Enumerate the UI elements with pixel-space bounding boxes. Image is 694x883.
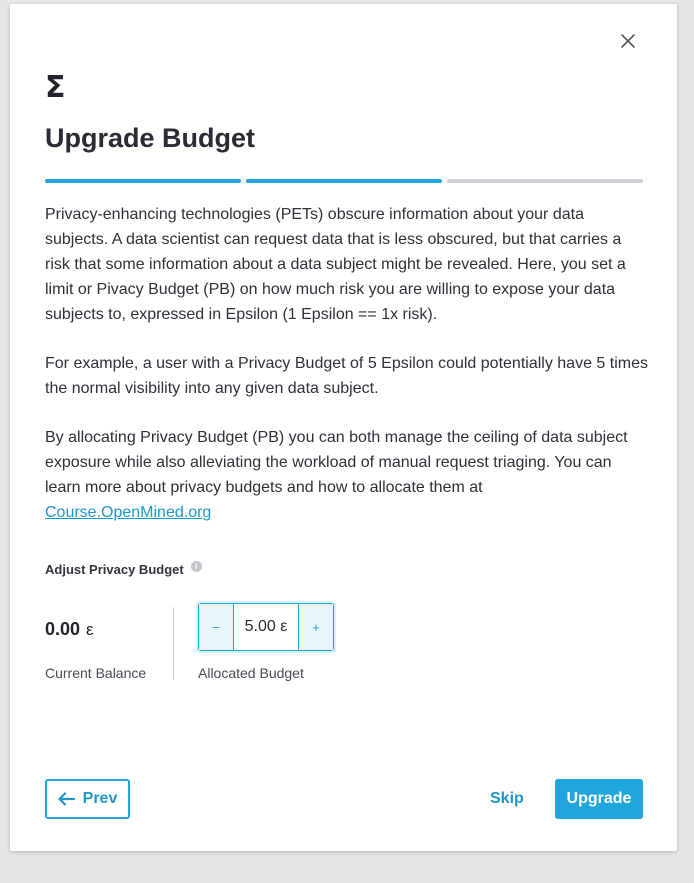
info-icon[interactable]: i xyxy=(190,561,202,572)
current-balance-label: Current Balance xyxy=(45,665,147,681)
allocated-budget-label: Allocated Budget xyxy=(198,665,304,681)
adjust-privacy-budget-label: Adjust Privacy Budget i xyxy=(45,561,202,577)
upgrade-button[interactable]: Upgrade xyxy=(555,779,643,819)
vertical-divider xyxy=(173,607,174,680)
arrow-left-icon xyxy=(58,792,75,806)
prev-button[interactable]: Prev xyxy=(45,779,130,819)
description-paragraph-text: By allocating Privacy Budget (PB) you ca… xyxy=(45,429,628,496)
skip-button[interactable]: Skip xyxy=(490,779,524,819)
description-paragraph: By allocating Privacy Budget (PB) you ca… xyxy=(45,425,649,525)
close-button[interactable] xyxy=(617,30,639,52)
allocated-budget-stepper: − 5.00 ε + xyxy=(198,603,334,651)
description: Privacy-enhancing technologies (PETs) ob… xyxy=(45,202,649,549)
progress-step-2 xyxy=(246,179,442,183)
progress-step-1 xyxy=(45,179,241,183)
adjust-label-text: Adjust Privacy Budget xyxy=(45,562,184,577)
description-paragraph: Privacy-enhancing technologies (PETs) ob… xyxy=(45,206,626,323)
prev-button-label: Prev xyxy=(82,790,118,807)
allocated-budget-input[interactable]: 5.00 ε xyxy=(234,604,298,650)
close-icon xyxy=(621,34,635,48)
current-balance-value: 0.00 ε xyxy=(45,619,94,640)
decrement-button[interactable]: − xyxy=(199,604,234,650)
increment-button[interactable]: + xyxy=(298,604,333,650)
step-progress-bar xyxy=(45,179,643,183)
sigma-logo-icon: Σ xyxy=(45,70,66,105)
course-openmined-link[interactable]: Course.OpenMined.org xyxy=(45,504,211,521)
upgrade-budget-modal: Σ Upgrade Budget Privacy-enhancing techn… xyxy=(10,4,677,851)
progress-step-3 xyxy=(447,179,643,183)
modal-title: Upgrade Budget xyxy=(45,123,256,153)
epsilon-unit: ε xyxy=(86,620,94,639)
description-paragraph: For example, a user with a Privacy Budge… xyxy=(45,355,648,397)
current-balance-number: 0.00 xyxy=(45,619,81,639)
